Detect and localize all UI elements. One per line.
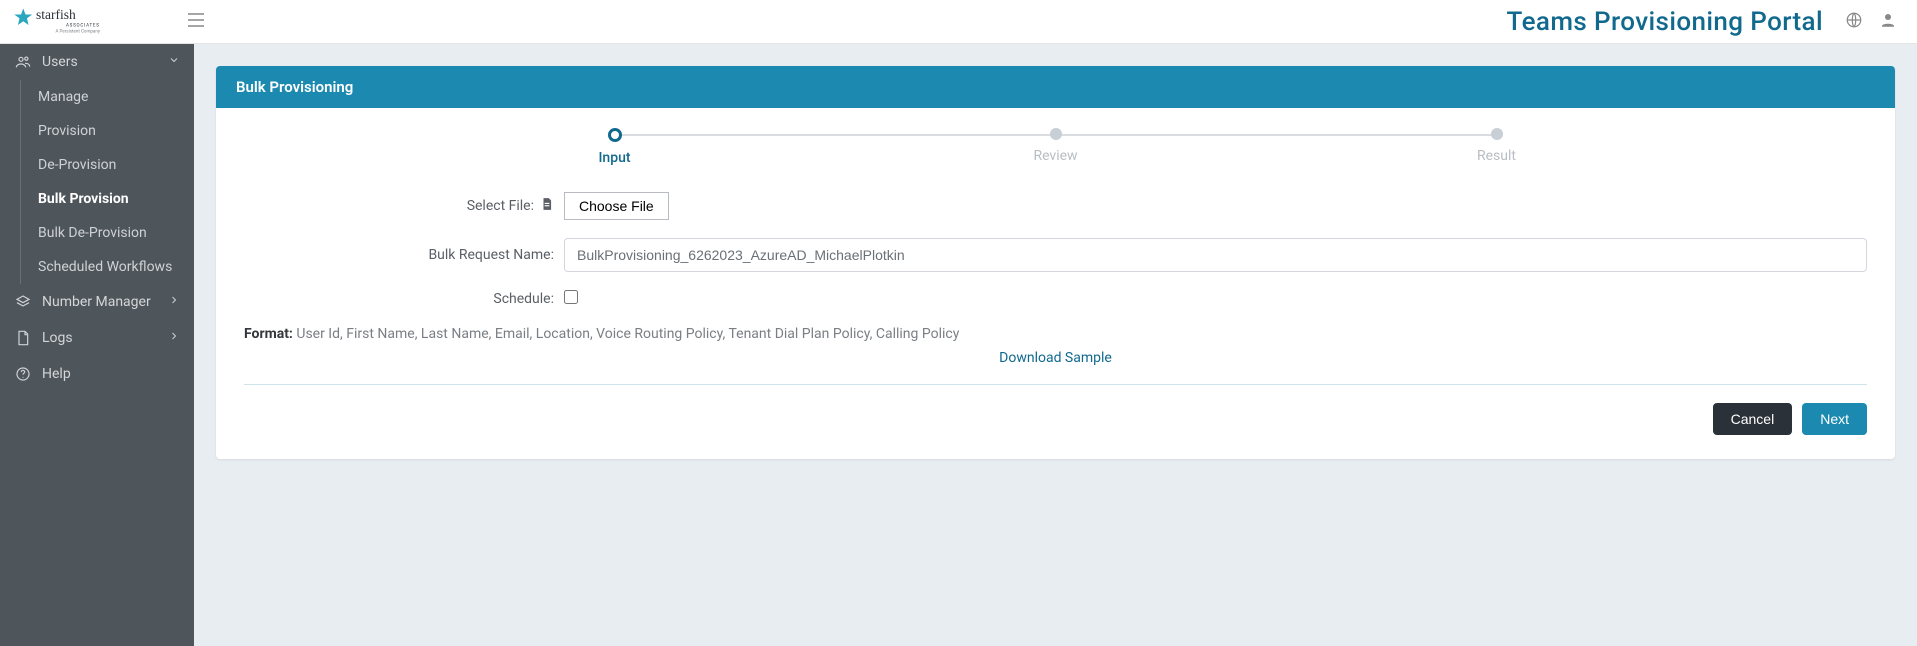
step-review-label: Review [835, 148, 1276, 164]
select-file-label: Select File: [467, 198, 534, 214]
bulk-request-name-input[interactable] [564, 238, 1867, 272]
sidebar-users-label: Users [42, 54, 168, 70]
user-icon[interactable] [1871, 5, 1905, 39]
format-text: User Id, First Name, Last Name, Email, L… [296, 326, 959, 342]
help-icon [14, 366, 32, 382]
download-sample-link[interactable]: Download Sample [244, 350, 1867, 366]
step-input-label: Input [394, 150, 835, 166]
choose-file-button[interactable]: Choose File [564, 192, 669, 220]
sidebar-item-bulk-deprovision[interactable]: Bulk De-Provision [0, 216, 194, 250]
next-button[interactable]: Next [1802, 403, 1867, 435]
sidebar-users-submenu: Manage Provision De-Provision Bulk Provi… [0, 80, 194, 284]
cancel-button[interactable]: Cancel [1713, 403, 1793, 435]
chevron-down-icon [168, 54, 180, 70]
sidebar-item-number-manager[interactable]: Number Manager [0, 284, 194, 320]
chevron-right-icon [168, 294, 180, 310]
format-line: Format: User Id, First Name, Last Name, … [244, 326, 1867, 342]
sidebar-item-users[interactable]: Users [0, 44, 194, 80]
sidebar-item-provision[interactable]: Provision [0, 114, 194, 148]
sidebar-item-logs[interactable]: Logs [0, 320, 194, 356]
sidebar-item-help[interactable]: Help [0, 356, 194, 392]
sidebar-number-manager-label: Number Manager [42, 294, 168, 310]
menu-toggle-icon[interactable] [182, 7, 210, 37]
sidebar-help-label: Help [42, 366, 180, 382]
bulk-provisioning-card: Bulk Provisioning Input Review [216, 66, 1895, 459]
step-review[interactable]: Review [835, 128, 1276, 164]
schedule-label: Schedule: [493, 291, 554, 307]
step-input[interactable]: Input [394, 128, 835, 166]
format-prefix: Format: [244, 326, 293, 342]
layers-icon [14, 294, 32, 310]
logo: starfish ASSOCIATES A Persistent Company [12, 4, 182, 40]
card-title: Bulk Provisioning [216, 66, 1895, 108]
sidebar: Users Manage Provision De-Provision Bulk… [0, 44, 194, 646]
sidebar-item-deprovision[interactable]: De-Provision [0, 148, 194, 182]
portal-title: Teams Provisioning Portal [1507, 7, 1823, 37]
chevron-right-icon [168, 330, 180, 346]
topbar: starfish ASSOCIATES A Persistent Company… [0, 0, 1917, 44]
starfish-logo: starfish ASSOCIATES A Persistent Company [12, 4, 132, 40]
step-result-label: Result [1276, 148, 1717, 164]
stepper: Input Review Result [394, 128, 1717, 166]
step-result[interactable]: Result [1276, 128, 1717, 164]
logo-brand-text: starfish [36, 7, 76, 22]
bulk-request-name-label: Bulk Request Name: [428, 247, 554, 263]
divider [244, 384, 1867, 385]
sidebar-item-scheduled-workflows[interactable]: Scheduled Workflows [0, 250, 194, 284]
logo-sub2: A Persistent Company [56, 28, 101, 34]
users-icon [14, 54, 32, 70]
sidebar-item-bulk-provision[interactable]: Bulk Provision [0, 182, 194, 216]
schedule-checkbox[interactable] [564, 290, 578, 304]
logo-sub1: ASSOCIATES [66, 22, 100, 28]
globe-icon[interactable] [1837, 5, 1871, 39]
file-icon [540, 197, 554, 215]
sidebar-logs-label: Logs [42, 330, 168, 346]
sidebar-item-manage[interactable]: Manage [0, 80, 194, 114]
content-area: Bulk Provisioning Input Review [194, 44, 1917, 646]
document-icon [14, 330, 32, 346]
